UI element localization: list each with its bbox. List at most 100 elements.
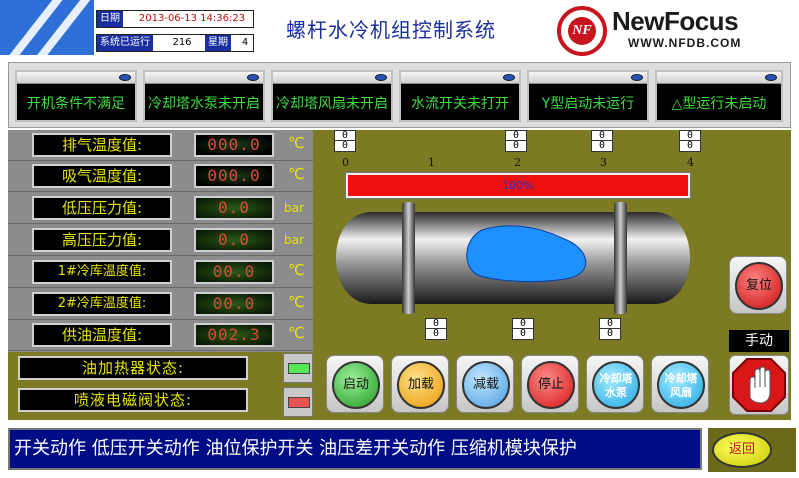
- spray-valve-status-lamp: [283, 387, 313, 417]
- sensor-value: 0.0: [194, 196, 274, 220]
- sensor-row: 1#冷库温度值: 00.0 ℃: [8, 257, 313, 288]
- sensor-row: 2#冷库温度值: 00.0 ℃: [8, 289, 313, 320]
- compressor-vessel-icon: [336, 202, 690, 314]
- alarm-window: △型运行未启动: [655, 70, 783, 122]
- counter: 00: [512, 318, 534, 340]
- tower-pump-label: 冷却塔 水泵: [592, 361, 640, 409]
- alarm-text: 开机条件不满足: [27, 96, 125, 112]
- runtime-label: 系统已运行: [97, 35, 153, 51]
- sensor-value: 002.3: [194, 323, 274, 347]
- hand-stop-icon: [732, 358, 786, 412]
- alarm-window: 冷却塔水泵未开启: [143, 70, 265, 122]
- alarm-window: Y型启动未运行: [527, 70, 649, 122]
- counter: 00: [679, 130, 701, 152]
- tower-pump-button[interactable]: 冷却塔 水泵: [586, 355, 644, 413]
- axis-tick: 4: [687, 156, 694, 169]
- counter: 00: [334, 130, 356, 152]
- counter: 00: [505, 130, 527, 152]
- alarm-text: 冷却塔水泵未开启: [148, 96, 260, 112]
- reset-button[interactable]: 复位: [729, 256, 787, 314]
- spray-valve-status-label: 喷液电磁阀状态:: [18, 388, 248, 412]
- oil-heater-status-label: 油加热器状态:: [18, 356, 248, 380]
- sensor-label: 2#冷库温度值:: [32, 292, 172, 316]
- window-knob-icon[interactable]: [631, 74, 643, 81]
- logo-mark: NF: [568, 17, 596, 45]
- sensor-value: 00.0: [194, 292, 274, 316]
- logo-name: NewFocus: [612, 6, 739, 36]
- unload-button[interactable]: 减载: [456, 355, 514, 413]
- counter: 00: [425, 318, 447, 340]
- oil-heater-status-lamp: [283, 353, 313, 383]
- alarm-ticker: 开关动作 低压开关动作 油位保护开关 油压差开关动作 压缩机模块保护: [8, 428, 702, 470]
- counter: 00: [599, 318, 621, 340]
- window-knob-icon[interactable]: [247, 74, 259, 81]
- header-decoration: [0, 0, 94, 55]
- window-knob-icon[interactable]: [765, 74, 777, 81]
- lamp-icon: [288, 363, 310, 374]
- start-label: 启动: [332, 361, 380, 409]
- sensor-label: 排气温度值:: [32, 133, 172, 157]
- date-value: 2013-06-13 14:36:23: [138, 13, 246, 24]
- reset-label: 复位: [735, 262, 783, 310]
- back-label: 返回: [712, 432, 772, 468]
- sensor-unit: ℃: [288, 293, 305, 311]
- sensor-unit: bar: [284, 201, 304, 215]
- sensor-label: 吸气温度值:: [32, 164, 172, 188]
- sensor-unit: ℃: [288, 324, 305, 342]
- runtime-box: 系统已运行 216 星期 4: [96, 34, 254, 52]
- sensor-row: 排气温度值: 000.0 ℃: [8, 130, 313, 161]
- load-button[interactable]: 加载: [391, 355, 449, 413]
- alarm-text: 冷却塔风扇未开启: [276, 96, 388, 112]
- weekday-value: 4: [241, 37, 249, 48]
- window-knob-icon[interactable]: [503, 74, 515, 81]
- window-knob-icon[interactable]: [119, 74, 131, 81]
- alarm-window: 开机条件不满足: [15, 70, 137, 122]
- stop-label: 停止: [527, 361, 575, 409]
- sensor-row: 低压压力值: 0.0 bar: [8, 193, 313, 224]
- sensor-label: 1#冷库温度值:: [32, 260, 172, 284]
- unload-label: 减载: [462, 361, 510, 409]
- counter: 00: [591, 130, 613, 152]
- alarm-window: 冷却塔风扇未开启: [271, 70, 393, 122]
- sensor-label: 高压压力值:: [32, 228, 172, 252]
- sensor-label: 供油温度值:: [32, 323, 172, 347]
- back-button[interactable]: 返回: [708, 428, 796, 472]
- manual-stop-button[interactable]: [729, 355, 789, 415]
- lamp-icon: [288, 397, 310, 408]
- sensor-unit: ℃: [288, 134, 305, 152]
- axis-tick: 1: [428, 156, 435, 169]
- start-button[interactable]: 启动: [326, 355, 384, 413]
- sensor-unit: ℃: [288, 165, 305, 183]
- brand-logo-icon: NF: [557, 6, 607, 56]
- tower-fan-button[interactable]: 冷却塔 风扇: [651, 355, 709, 413]
- date-label: 日期: [97, 11, 123, 27]
- window-knob-icon[interactable]: [375, 74, 387, 81]
- axis-tick: 3: [600, 156, 607, 169]
- sensor-value: 000.0: [194, 164, 274, 188]
- sensor-value: 000.0: [194, 133, 274, 157]
- sensor-label: 低压压力值:: [32, 196, 172, 220]
- alarm-text: △型运行未启动: [671, 96, 767, 112]
- sensor-row: 高压压力值: 0.0 bar: [8, 225, 313, 256]
- weekday-label: 星期: [205, 35, 231, 51]
- sensor-value: 00.0: [194, 260, 274, 284]
- page-title: 螺杆水冷机组控制系统: [286, 18, 496, 42]
- mode-label: 手动: [729, 330, 789, 352]
- sensor-unit: bar: [284, 233, 304, 247]
- stop-button[interactable]: 停止: [521, 355, 579, 413]
- date-box: 日期 2013-06-13 14:36:23: [96, 10, 254, 28]
- logo-url: WWW.NFDB.COM: [628, 36, 742, 50]
- load-label: 加载: [397, 361, 445, 409]
- sensor-unit: ℃: [288, 261, 305, 279]
- axis-tick: 0: [342, 156, 349, 169]
- load-progress-bar: 100%: [345, 172, 691, 199]
- alarm-text: Y型启动未运行: [541, 96, 635, 112]
- alarm-window: 水流开关未打开: [399, 70, 521, 122]
- tower-fan-label: 冷却塔 风扇: [657, 361, 705, 409]
- axis-tick: 2: [514, 156, 521, 169]
- sensor-row: 供油温度值: 002.3 ℃: [8, 320, 313, 351]
- runtime-value: 216: [172, 37, 192, 48]
- alarm-text: 水流开关未打开: [411, 96, 509, 112]
- sensor-value: 0.0: [194, 228, 274, 252]
- sensor-row: 吸气温度值: 000.0 ℃: [8, 161, 313, 192]
